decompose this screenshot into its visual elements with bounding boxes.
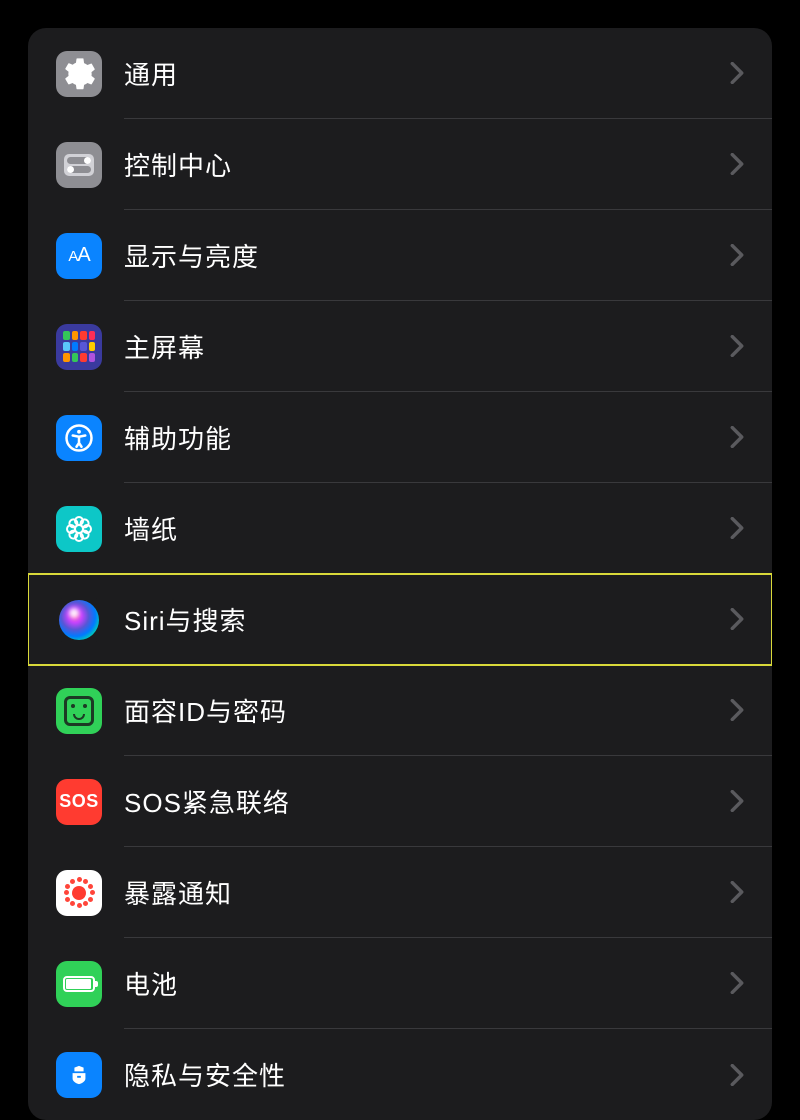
chevron-right-icon <box>730 153 744 175</box>
settings-row-accessibility[interactable]: 辅助功能 <box>28 392 772 483</box>
battery-icon <box>56 961 102 1007</box>
row-label: 辅助功能 <box>124 419 730 456</box>
row-label: 显示与亮度 <box>124 237 730 274</box>
settings-row-siri-search[interactable]: Siri与搜索 <box>28 574 772 665</box>
chevron-right-icon <box>730 426 744 448</box>
settings-row-display-brightness[interactable]: AA 显示与亮度 <box>28 210 772 301</box>
control-center-icon <box>56 142 102 188</box>
exposure-inner <box>61 875 97 911</box>
chevron-right-icon <box>730 972 744 994</box>
row-label: 电池 <box>124 965 730 1002</box>
exposure-notification-icon <box>56 870 102 916</box>
accessibility-icon <box>56 415 102 461</box>
chevron-right-icon <box>730 335 744 357</box>
row-label: 通用 <box>124 55 730 92</box>
wallpaper-icon <box>56 506 102 552</box>
chevron-right-icon <box>730 608 744 630</box>
display-brightness-icon: AA <box>56 233 102 279</box>
home-grid <box>61 329 97 365</box>
settings-row-faceid-passcode[interactable]: 面容ID与密码 <box>28 665 772 756</box>
row-label: Siri与搜索 <box>124 601 730 638</box>
faceid-icon <box>56 688 102 734</box>
row-label: 控制中心 <box>124 146 730 183</box>
row-label: SOS紧急联络 <box>124 783 730 820</box>
chevron-right-icon <box>730 881 744 903</box>
row-label: 隐私与安全性 <box>124 1056 730 1093</box>
general-icon <box>56 51 102 97</box>
sos-icon: SOS <box>56 779 102 825</box>
settings-row-privacy-security[interactable]: 隐私与安全性 <box>28 1029 772 1120</box>
row-label: 面容ID与密码 <box>124 692 730 729</box>
settings-panel: 通用 控制中心 AA 显示与亮度 主屏幕 <box>28 28 772 1120</box>
settings-row-exposure-notification[interactable]: 暴露通知 <box>28 847 772 938</box>
settings-row-general[interactable]: 通用 <box>28 28 772 119</box>
chevron-right-icon <box>730 790 744 812</box>
row-label: 主屏幕 <box>124 328 730 365</box>
chevron-right-icon <box>730 699 744 721</box>
row-label: 墙纸 <box>124 510 730 547</box>
privacy-icon <box>56 1052 102 1098</box>
siri-icon <box>56 597 102 643</box>
settings-row-emergency-sos[interactable]: SOS SOS紧急联络 <box>28 756 772 847</box>
chevron-right-icon <box>730 517 744 539</box>
chevron-right-icon <box>730 62 744 84</box>
settings-row-control-center[interactable]: 控制中心 <box>28 119 772 210</box>
settings-row-home-screen[interactable]: 主屏幕 <box>28 301 772 392</box>
row-label: 暴露通知 <box>124 874 730 911</box>
home-screen-icon <box>56 324 102 370</box>
chevron-right-icon <box>730 1064 744 1086</box>
chevron-right-icon <box>730 244 744 266</box>
settings-row-wallpaper[interactable]: 墙纸 <box>28 483 772 574</box>
settings-row-battery[interactable]: 电池 <box>28 938 772 1029</box>
